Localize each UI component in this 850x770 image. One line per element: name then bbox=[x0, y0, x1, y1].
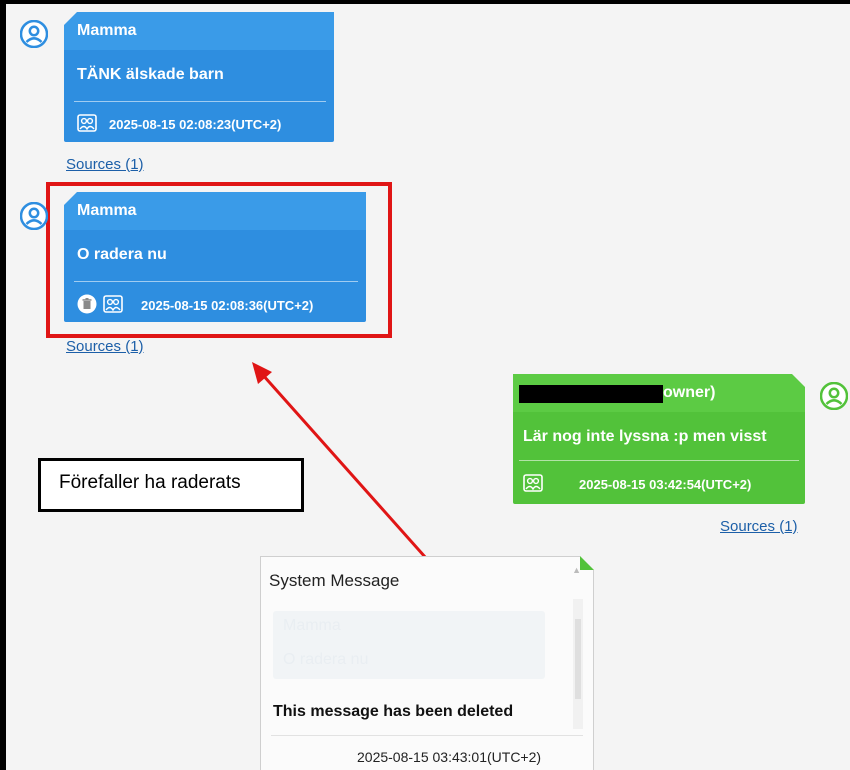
message-meta: 2025-08-15 03:42:54(UTC+2) bbox=[523, 474, 751, 495]
system-message-timestamp: 2025-08-15 03:43:01(UTC+2) bbox=[357, 749, 542, 765]
message-bubble[interactable]: owner) Lär nog inte lyssna :p men visst … bbox=[513, 374, 806, 504]
system-message-title: System Message bbox=[269, 571, 400, 590]
message-meta: 2025-08-15 02:08:36(UTC+2) bbox=[77, 294, 313, 317]
divider bbox=[74, 101, 326, 102]
message-timestamp: 2025-08-15 02:08:23(UTC+2) bbox=[109, 117, 282, 132]
divider bbox=[519, 460, 799, 461]
message-sender-suffix: owner) bbox=[663, 384, 716, 401]
message-timestamp: 2025-08-15 02:08:36(UTC+2) bbox=[141, 298, 314, 313]
contacts-icon[interactable] bbox=[103, 295, 123, 316]
user-avatar-icon bbox=[820, 382, 848, 410]
message-text: Lär nog inte lyssna :p men visst bbox=[523, 428, 767, 445]
message-sender: owner) bbox=[513, 374, 805, 412]
scroll-up-icon[interactable]: ▲ bbox=[572, 565, 581, 575]
deleted-notice: This message has been deleted bbox=[273, 703, 514, 720]
trash-icon bbox=[77, 294, 97, 317]
sources-link[interactable]: Sources (1) bbox=[66, 338, 144, 355]
divider bbox=[271, 735, 583, 736]
contacts-icon[interactable] bbox=[523, 474, 543, 495]
redaction-bar bbox=[519, 385, 663, 403]
message-text: O radera nu bbox=[77, 246, 167, 263]
system-message-panel: System Message ▲ Mamma O radera nu This … bbox=[260, 556, 594, 770]
user-avatar-icon bbox=[20, 20, 48, 48]
quoted-sender: Mamma bbox=[283, 617, 341, 634]
message-bubble[interactable]: Mamma O radera nu 2025-08-15 02:08:36(UT… bbox=[63, 192, 366, 322]
quoted-message: Mamma O radera nu bbox=[273, 611, 545, 679]
annotation-callout: Förefaller ha raderats bbox=[38, 458, 304, 512]
message-timestamp: 2025-08-15 03:42:54(UTC+2) bbox=[579, 477, 752, 492]
sources-link[interactable]: Sources (1) bbox=[66, 156, 144, 173]
divider bbox=[74, 281, 358, 282]
message-bubble[interactable]: Mamma TÄNK älskade barn 2025-08-15 02:08… bbox=[63, 12, 334, 142]
message-meta: 2025-08-15 02:08:23(UTC+2) bbox=[77, 114, 281, 135]
user-avatar-icon bbox=[20, 202, 48, 230]
quoted-text: O radera nu bbox=[283, 651, 369, 668]
contacts-icon[interactable] bbox=[77, 114, 97, 135]
scrollbar[interactable] bbox=[573, 599, 583, 729]
message-sender: Mamma bbox=[64, 12, 334, 50]
message-sender: Mamma bbox=[64, 192, 366, 230]
sources-link[interactable]: Sources (1) bbox=[720, 518, 798, 535]
message-text: TÄNK älskade barn bbox=[77, 66, 224, 83]
chat-view: Mamma TÄNK älskade barn 2025-08-15 02:08… bbox=[0, 0, 850, 770]
